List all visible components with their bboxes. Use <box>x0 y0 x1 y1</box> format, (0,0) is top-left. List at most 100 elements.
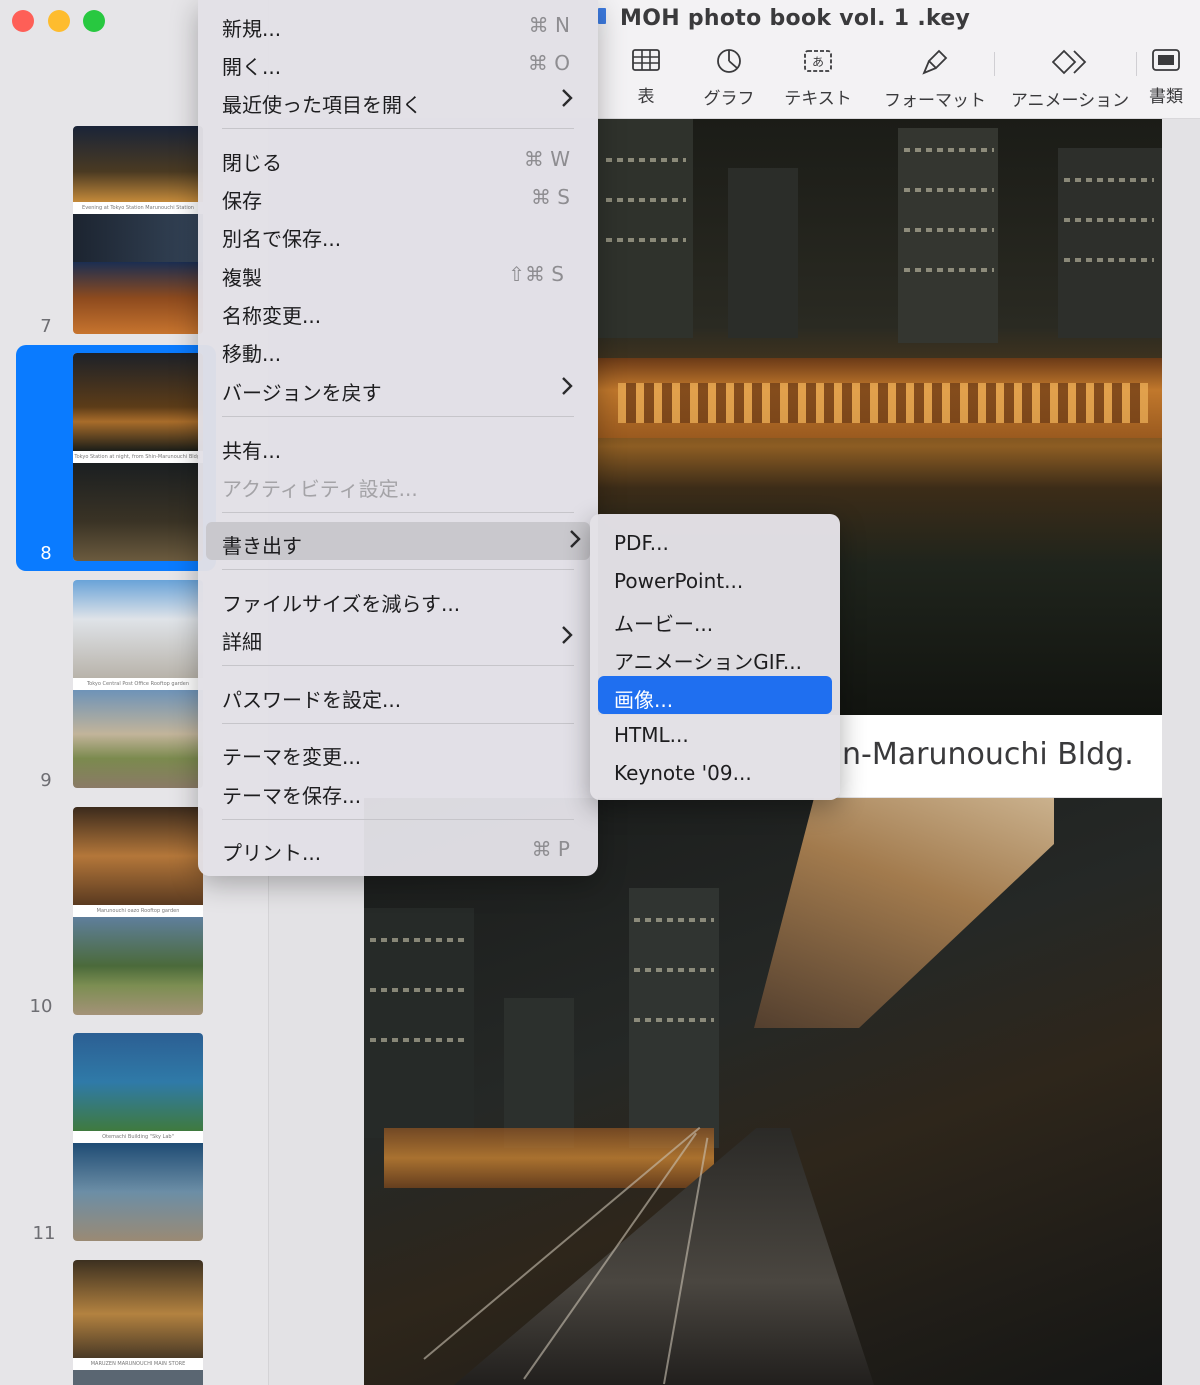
toolbar-label: グラフ <box>703 89 755 109</box>
menu-item-label: PDF... <box>614 531 669 555</box>
export-html[interactable]: HTML... <box>598 715 832 753</box>
toolbar: MOH photo book vol. 1 .key 表 グラフ あ テキスト … <box>598 0 1200 119</box>
menu-item-shortcut: ⌘ N <box>528 13 570 37</box>
slide-thumbnail-8[interactable]: Tokyo Station at night, from Shin-Maruno… <box>73 353 203 561</box>
window-close-button[interactable] <box>12 10 34 32</box>
export-pdf[interactable]: PDF... <box>598 523 832 561</box>
menu-item-label: バージョンを戻す <box>222 381 382 405</box>
menu-item-label: 新規... <box>222 17 282 41</box>
export-images[interactable]: 画像... <box>598 676 832 714</box>
chevron-right-icon <box>570 530 581 548</box>
window-minimize-button[interactable] <box>48 10 70 32</box>
slide-caption: Otemachi Building "Sky Lab" <box>73 1131 203 1143</box>
toolbar-separator <box>994 52 995 76</box>
toolbar-label: 書類 <box>1149 87 1183 107</box>
toolbar-label: テキスト <box>784 89 852 109</box>
menu-item-label: 閉じる <box>222 151 282 175</box>
menu-separator <box>222 512 574 513</box>
menu-item-open[interactable]: 開く... ⌘ O <box>222 43 574 81</box>
slide-thumbnail-10[interactable]: Marunouchi oazo Rooftop garden <box>73 807 203 1015</box>
menu-separator <box>222 569 574 570</box>
slide-thumbnail-7[interactable]: Evening at Tokyo Station Marunouchi Stat… <box>73 126 203 334</box>
document-icon <box>598 8 606 24</box>
menu-item-label: テーマを保存... <box>222 784 362 808</box>
menu-item-advanced[interactable]: 詳細 <box>222 618 574 656</box>
slide-thumbnail-9[interactable]: Tokyo Central Post Office Rooftop garden <box>73 580 203 788</box>
menu-item-revert-to[interactable]: バージョンを戻す <box>222 369 574 407</box>
table-icon <box>632 49 660 71</box>
menu-item-label: Keynote '09... <box>614 761 752 785</box>
text-box-icon: あ <box>804 50 832 72</box>
slide-number: 7 <box>40 316 52 337</box>
menu-separator <box>222 128 574 129</box>
menu-item-save-theme[interactable]: テーマを保存... <box>222 772 574 810</box>
menu-item-label: 複製 <box>222 266 262 290</box>
export-keynote-09[interactable]: Keynote '09... <box>598 753 832 791</box>
export-submenu: PDF... PowerPoint... ムービー... アニメーションGIF.… <box>590 514 840 800</box>
menu-item-label: 開く... <box>222 55 282 79</box>
menu-item-label: パスワードを設定... <box>222 688 402 712</box>
export-movie[interactable]: ムービー... <box>598 600 832 638</box>
slide-number: 10 <box>29 996 53 1017</box>
menu-item-set-password[interactable]: パスワードを設定... <box>222 676 574 714</box>
slide-caption: Marunouchi oazo Rooftop garden <box>73 905 203 917</box>
menu-item-shortcut: ⌘ O <box>527 51 570 75</box>
menu-item-shortcut: ⌘ P <box>531 837 570 861</box>
menu-item-print[interactable]: プリント... ⌘ P <box>222 829 574 867</box>
chevron-right-icon <box>562 89 573 107</box>
format-brush-icon <box>922 49 948 75</box>
slide-number: 9 <box>40 770 52 791</box>
slide-caption: Evening at Tokyo Station Marunouchi Stat… <box>73 202 203 223</box>
toolbar-text-button[interactable]: あ テキスト <box>778 48 858 109</box>
menu-item-label: 保存 <box>222 189 262 213</box>
menu-item-share[interactable]: 共有... <box>222 427 574 465</box>
menu-item-save[interactable]: 保存 ⌘ S <box>222 177 574 215</box>
window-zoom-button[interactable] <box>83 10 105 32</box>
menu-item-shortcut: ⇧⌘ S <box>508 262 564 286</box>
menu-item-label: 共有... <box>222 439 282 463</box>
export-animated-gif[interactable]: アニメーションGIF... <box>598 638 832 676</box>
menu-item-label: アクティビティ設定... <box>222 477 418 501</box>
document-panel-icon <box>1152 49 1180 71</box>
slide-caption: Tokyo Station at night, from Shin-Maruno… <box>73 451 203 463</box>
menu-item-reduce-file-size[interactable]: ファイルサイズを減らす... <box>222 580 574 618</box>
toolbar-label: フォーマット <box>884 91 986 111</box>
slide-caption-text: n-Marunouchi Bldg. <box>842 737 1134 772</box>
menu-item-label: 最近使った項目を開く <box>222 93 422 117</box>
toolbar-table-button[interactable]: 表 <box>628 48 664 107</box>
slide-photo-bottom <box>364 798 1162 1385</box>
toolbar-format-button[interactable]: フォーマット <box>882 48 988 111</box>
animation-diamond-icon <box>1052 49 1087 75</box>
menu-separator <box>222 723 574 724</box>
menu-item-label: ムービー... <box>614 612 714 636</box>
toolbar-document-button[interactable]: 書類 <box>1146 48 1186 107</box>
toolbar-separator <box>1136 52 1137 76</box>
menu-item-new[interactable]: 新規... ⌘ N <box>222 5 574 43</box>
slide-caption: MARUZEN MARUNOUCHI MAIN STORE <box>73 1358 203 1370</box>
document-title: MOH photo book vol. 1 .key <box>620 6 971 31</box>
chart-icon <box>717 49 741 73</box>
toolbar-animation-button[interactable]: アニメーション <box>1008 48 1132 111</box>
menu-item-export[interactable]: 書き出す <box>206 522 590 560</box>
menu-item-label: 詳細 <box>222 630 262 654</box>
menu-item-label: 名称変更... <box>222 304 322 328</box>
menu-separator <box>222 665 574 666</box>
export-powerpoint[interactable]: PowerPoint... <box>598 561 832 599</box>
menu-item-label: アニメーションGIF... <box>614 650 802 674</box>
slide-thumbnail-11[interactable]: Otemachi Building "Sky Lab" <box>73 1033 203 1241</box>
menu-item-close[interactable]: 閉じる ⌘ W <box>222 139 574 177</box>
menu-item-save-as[interactable]: 別名で保存... <box>222 215 574 253</box>
slide-thumbnail-12[interactable]: MARUZEN MARUNOUCHI MAIN STORE <box>73 1260 203 1385</box>
menu-item-open-recent[interactable]: 最近使った項目を開く <box>222 81 574 119</box>
menu-item-label: 画像... <box>614 688 674 712</box>
menu-item-label: 書き出す <box>222 534 302 558</box>
menu-item-change-theme[interactable]: テーマを変更... <box>222 733 574 771</box>
menu-item-label: HTML... <box>614 723 689 747</box>
menu-item-label: PowerPoint... <box>614 569 744 593</box>
menu-item-label: 別名で保存... <box>222 227 342 251</box>
toolbar-chart-button[interactable]: グラフ <box>698 48 760 109</box>
menu-item-move[interactable]: 移動... <box>222 330 574 368</box>
slide-number: 11 <box>32 1223 56 1244</box>
menu-item-rename[interactable]: 名称変更... <box>222 292 574 330</box>
menu-item-duplicate[interactable]: 複製 ⇧⌘ S <box>222 254 574 292</box>
